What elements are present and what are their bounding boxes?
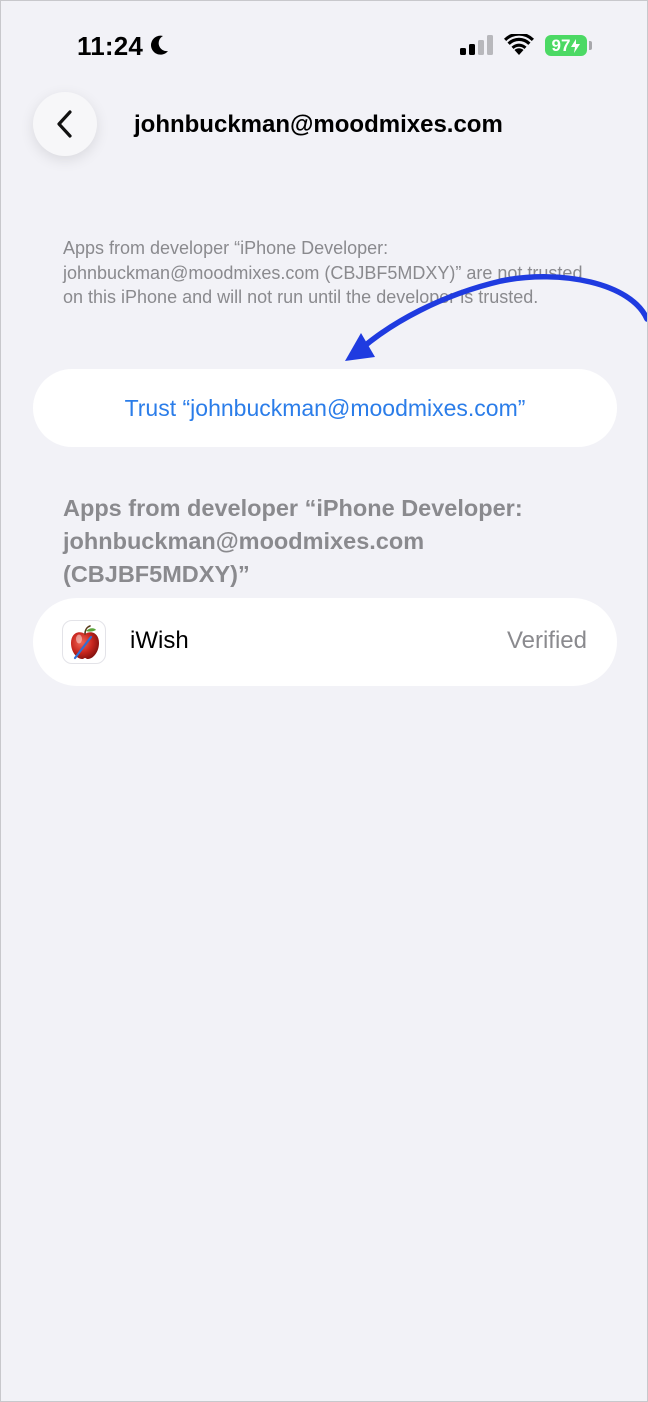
trust-description: Apps from developer “iPhone Developer: j… (63, 238, 583, 307)
apps-section-header: Apps from developer “iPhone Developer: j… (63, 495, 523, 587)
trust-developer-label: Trust “johnbuckman@moodmixes.com” (124, 394, 526, 421)
app-list-item[interactable]: iWish Verified (33, 598, 617, 686)
page-title: johnbuckman@moodmixes.com (134, 111, 503, 138)
status-time: 11:24 (77, 31, 144, 61)
wifi-icon (504, 34, 534, 55)
battery-charging-icon: 97 (545, 35, 587, 56)
back-button[interactable] (33, 92, 97, 156)
apple-app-icon (62, 620, 106, 664)
app-name: iWish (130, 627, 189, 654)
moon-icon (151, 35, 168, 55)
screen: 11:24 97 johnbuckman@moodmixes.com Apps … (0, 0, 648, 1402)
curved-arrow-icon (345, 274, 647, 361)
battery-level: 97 (551, 35, 571, 55)
app-status: Verified (506, 627, 587, 654)
chevron-left-icon (57, 110, 72, 138)
cellular-signal-icon (460, 35, 493, 55)
bolt-icon (571, 38, 581, 53)
trust-developer-button[interactable]: Trust “johnbuckman@moodmixes.com” (33, 369, 617, 447)
battery-nub (589, 41, 592, 50)
